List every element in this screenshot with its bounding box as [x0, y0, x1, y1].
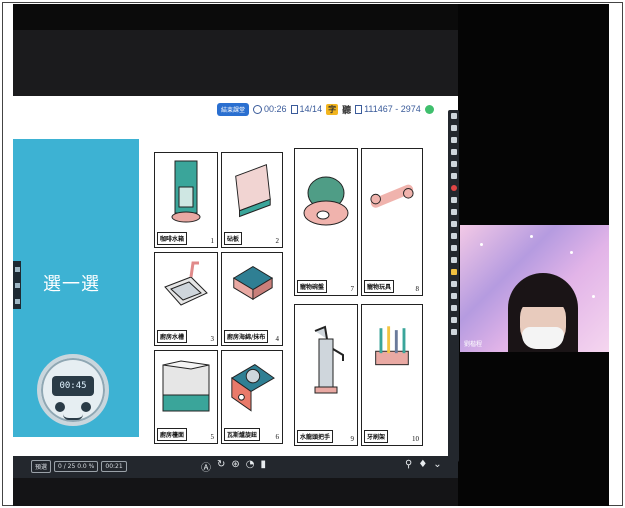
- drawing-toolbar: [448, 110, 459, 462]
- playback-control-bar: 預選 0 / 25 0.0 % 00:21 Ⓐ ↻ ⊛ ◔ ▮ ⚲ ♦ ⌄: [13, 456, 458, 478]
- clock-left-button: [55, 402, 65, 412]
- page-icon: [290, 104, 298, 114]
- clock-smile: [63, 414, 83, 420]
- bell-icon[interactable]: ♦: [418, 459, 427, 470]
- time-readout: 00:21: [101, 461, 127, 472]
- timer-icon[interactable]: ◔: [246, 459, 255, 474]
- sparkle: [592, 295, 595, 298]
- list-icon[interactable]: [450, 293, 457, 299]
- listen-badge[interactable]: 聽: [342, 103, 351, 116]
- more-icon[interactable]: [450, 329, 457, 335]
- arrow-icon[interactable]: [450, 125, 457, 131]
- stamp-icon[interactable]: [450, 209, 457, 215]
- sponge-icon: [232, 266, 274, 301]
- slide-side-toolbar[interactable]: [13, 261, 21, 309]
- points-readout: 111467 - 2974: [355, 104, 421, 114]
- item-card[interactable]: 咖啡水箱 1: [154, 152, 218, 248]
- kitchen-sink-icon: [164, 261, 208, 306]
- class-status-bar: 結束課堂 00:26 14/14 字 聽 111467 - 2974: [217, 101, 434, 117]
- pet-bowl-icon: [303, 176, 349, 226]
- control-center-icons: Ⓐ ↻ ⊛ ◔ ▮: [201, 459, 266, 474]
- pointer-icon[interactable]: [450, 113, 457, 119]
- sparkle: [570, 251, 573, 254]
- font-icon[interactable]: Ⓐ: [201, 459, 211, 474]
- control-right-icons: ⚲ ♦ ⌄: [405, 459, 442, 470]
- person-bangs: [516, 285, 570, 307]
- activity-panel: 選一選 00:45: [13, 139, 139, 437]
- coffee-maker-icon: [171, 160, 201, 223]
- item-card[interactable]: 寵物碗盤 7: [294, 148, 358, 296]
- clock-display: 00:45: [52, 376, 94, 396]
- color-yellow-icon[interactable]: [450, 269, 457, 275]
- bar-chart-icon[interactable]: ▮: [261, 459, 267, 474]
- color-red-icon[interactable]: [450, 185, 457, 191]
- control-chips: 預選 0 / 25 0.0 % 00:21: [31, 460, 127, 473]
- side-tool-icon[interactable]: [14, 266, 20, 272]
- webcam-feed: 劉楷程: [460, 225, 609, 352]
- item-card[interactable]: 廚房檯面 5: [154, 350, 218, 444]
- user-icon[interactable]: [450, 305, 457, 311]
- clock-right-button: [81, 402, 91, 412]
- laser-icon[interactable]: [450, 257, 457, 263]
- participant-name: 劉楷程: [464, 341, 483, 348]
- pet-toy-icon: [370, 184, 414, 208]
- item-card[interactable]: 砧板 2: [221, 152, 283, 248]
- redo-icon[interactable]: [450, 233, 457, 239]
- timer: 00:26: [253, 104, 287, 114]
- item-card[interactable]: 牙刷架 10: [361, 304, 423, 446]
- countdown-clock: 00:45: [37, 354, 109, 426]
- pen-icon[interactable]: [450, 137, 457, 143]
- progress-readout: 0 / 25 0.0 %: [54, 461, 99, 472]
- bottom-dark-area: [13, 478, 458, 506]
- undo-icon[interactable]: [450, 221, 457, 227]
- share-icon[interactable]: ⊛: [231, 459, 239, 474]
- item-card[interactable]: 水龍頭把手 9: [294, 304, 358, 446]
- end-class-button[interactable]: 結束課堂: [217, 102, 250, 116]
- lesson-slide: 結束課堂 00:26 14/14 字 聽 111467 - 2974 選一選 0…: [13, 96, 458, 456]
- face-mask: [522, 327, 564, 349]
- zoom-icon[interactable]: [450, 245, 457, 251]
- item-card[interactable]: 廚房水槽 3: [154, 252, 218, 346]
- word-badge[interactable]: 字: [326, 103, 339, 115]
- side-tool-icon[interactable]: [14, 282, 20, 288]
- points-icon: [355, 104, 363, 114]
- settings-icon[interactable]: [450, 317, 457, 323]
- shape-icon[interactable]: [450, 161, 457, 167]
- side-tool-icon[interactable]: [14, 298, 20, 304]
- item-card[interactable]: 寵物玩具 8: [361, 148, 423, 296]
- text-icon[interactable]: [450, 197, 457, 203]
- refresh-icon[interactable]: ↻: [217, 459, 225, 474]
- grid-icon[interactable]: [450, 281, 457, 287]
- faucet-icon: [314, 325, 344, 394]
- toothbrush-holder-icon: [375, 326, 409, 366]
- preselect-button[interactable]: 預選: [31, 460, 52, 473]
- top-dark-area: [13, 30, 458, 96]
- countertop-icon: [162, 360, 210, 412]
- sparkle: [530, 235, 533, 238]
- page-counter: 14/14: [290, 104, 322, 114]
- activity-title: 選一選: [43, 274, 100, 295]
- cutting-board-icon: [235, 164, 271, 218]
- status-indicator-icon: [424, 104, 434, 114]
- clock-icon: [253, 104, 263, 114]
- eraser-icon[interactable]: [450, 173, 457, 179]
- download-icon[interactable]: ⌄: [433, 459, 441, 470]
- stove-knob-icon: [230, 364, 275, 412]
- sparkle: [480, 243, 483, 246]
- highlighter-icon[interactable]: [450, 149, 457, 155]
- location-icon[interactable]: ⚲: [405, 459, 412, 470]
- item-card[interactable]: 瓦斯爐旋鈕 6: [221, 350, 283, 444]
- item-card[interactable]: 廚房海綿/抹布 4: [221, 252, 283, 346]
